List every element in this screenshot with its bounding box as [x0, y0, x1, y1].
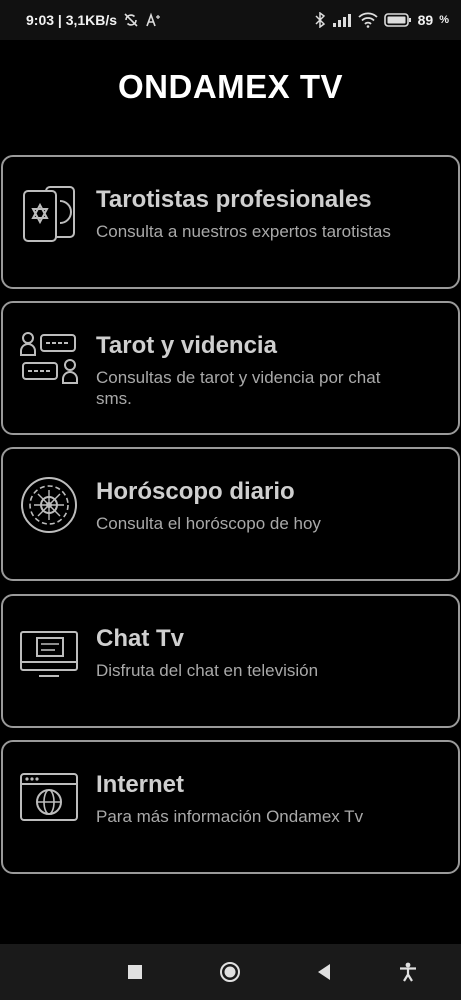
zodiac-wheel-icon [19, 475, 79, 535]
back-triangle-icon [318, 964, 330, 980]
signal-icon [332, 14, 351, 27]
tv-chat-icon [19, 622, 79, 682]
menu-item-title: Tarotistas profesionales [96, 186, 372, 213]
square-icon [128, 965, 142, 979]
menu-item-tarot-videncia[interactable]: Tarot y videncia Consultas de tarot y vi… [1, 301, 460, 435]
accessibility-icon [400, 962, 416, 982]
chat-people-icon [19, 329, 79, 389]
tarot-cards-icon [19, 183, 79, 243]
battery-level: 89 [417, 12, 434, 28]
status-bar: 9:03 | 3,1KB/s 89% [0, 0, 461, 40]
home-button[interactable] [216, 958, 244, 986]
status-left: 9:03 | 3,1KB/s [26, 12, 161, 28]
menu-item-title: Tarot y videncia [96, 332, 277, 359]
menu-item-subtitle: Consulta el horóscopo de hoy [96, 514, 321, 533]
status-time-network: 9:03 | 3,1KB/s [26, 12, 118, 28]
menu-item-subtitle: Disfruta del chat en televisión [96, 661, 319, 680]
menu-item-subtitle: Consulta a nuestros expertos tarotistas [96, 222, 391, 241]
menu-item-title: Chat Tv [96, 625, 185, 652]
battery-percent-sign: % [439, 14, 449, 26]
back-button[interactable] [310, 958, 338, 986]
accessibility-button[interactable] [394, 958, 422, 986]
battery-icon [383, 13, 411, 27]
menu-item-subtitle: Para más información Ondamex Tv [96, 807, 364, 826]
menu-item-title: Horóscopo diario [96, 478, 295, 505]
bluetooth-icon [315, 12, 325, 28]
menu-item-tarotistas[interactable]: Tarotistas profesionales Consulta a nues… [1, 155, 460, 289]
wifi-icon [358, 12, 378, 28]
recents-button[interactable] [121, 958, 149, 986]
menu-item-subtitle: Consultas de tarot y videncia por chat s… [96, 368, 381, 408]
menu-item-internet[interactable]: Internet Para más información Ondamex Tv [1, 740, 460, 874]
app-title: ONDAMEX TV [117, 68, 343, 105]
status-right: 89% [314, 12, 449, 28]
menu-item-title: Internet [96, 771, 185, 798]
sync-off-icon [124, 13, 138, 27]
font-size-icon [146, 12, 161, 27]
menu-item-chat-tv[interactable]: Chat Tv Disfruta del chat en televisión [1, 594, 460, 728]
globe-browser-icon [19, 768, 79, 828]
home-circle-icon [220, 962, 240, 982]
system-nav-bar [0, 944, 461, 1000]
menu-item-horoscopo[interactable]: Horóscopo diario Consulta el horóscopo d… [1, 447, 460, 581]
